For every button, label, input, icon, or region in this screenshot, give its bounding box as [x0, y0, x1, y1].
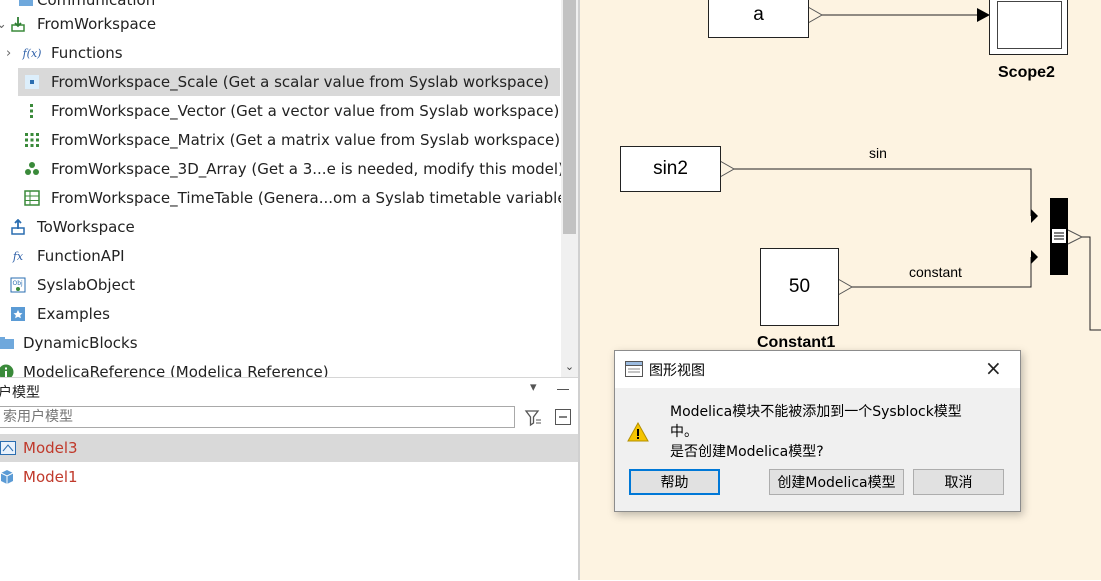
help-button[interactable]: 帮助: [629, 469, 720, 495]
tree-item-functionapi[interactable]: fx FunctionAPI: [0, 242, 560, 270]
app-window-icon: [625, 361, 643, 381]
model-label: Model1: [23, 468, 78, 486]
cancel-button[interactable]: 取消: [913, 469, 1004, 495]
svg-text:Obj: Obj: [13, 280, 24, 287]
model-cube-icon: [0, 469, 14, 489]
array3d-icon: [24, 161, 40, 177]
chevron-down-icon[interactable]: ▾: [530, 380, 537, 395]
tree-item-examples[interactable]: Examples: [0, 300, 560, 328]
dialog-title: 图形视图: [649, 363, 705, 379]
tree-item-label: FromWorkspace: [37, 15, 157, 33]
tree-item-label: Functions: [51, 44, 123, 62]
model-diagram-icon: [0, 440, 16, 460]
modelica-warning-dialog: 图形视图 × Modelica模块不能被添加到一个Sysblock模型 中。 是…: [614, 350, 1021, 512]
warning-icon: [627, 421, 649, 446]
scroll-down-arrow-icon[interactable]: ⌄: [562, 360, 577, 374]
signal-label-constant: constant: [909, 264, 962, 280]
folder-icon: [18, 0, 34, 8]
tree-item-label: ModelicaReference (Modelica Reference): [23, 363, 329, 377]
scalar-icon: [24, 74, 40, 90]
tree-item-label: DynamicBlocks: [23, 334, 138, 352]
tree-item-label: FromWorkspace_Scale (Get a scalar value …: [51, 73, 550, 91]
function-api-icon: fx: [12, 249, 24, 263]
tree-item-label: FromWorkspace_Matrix (Get a matrix value…: [51, 131, 561, 149]
user-model-header: 户模型 ▾: [0, 378, 578, 404]
tree-item-label: ToWorkspace: [37, 218, 135, 236]
dialog-titlebar[interactable]: 图形视图 ×: [615, 351, 1020, 388]
tree-item-dynamicblocks[interactable]: DynamicBlocks: [0, 329, 560, 357]
block-sin2[interactable]: sin2: [620, 146, 721, 192]
matrix-icon: [24, 132, 40, 148]
dialog-message-line: 中。: [670, 424, 698, 440]
vector-icon: [24, 103, 40, 119]
tree-item-syslabobject[interactable]: Obj SyslabObject: [0, 271, 560, 299]
filter-icon[interactable]: [524, 409, 542, 431]
tree-item-label: SyslabObject: [37, 276, 135, 294]
model-label: Model3: [23, 439, 78, 457]
collapse-all-icon[interactable]: [555, 409, 571, 429]
tree-item-label: Communication: [37, 0, 156, 9]
from-workspace-icon: [10, 16, 26, 32]
model-item-model1[interactable]: Model1: [0, 463, 578, 491]
user-model-panel: 户模型 ▾ Model3 Model1: [0, 377, 578, 581]
dialog-message-line: 是否创建Modelica模型?: [670, 444, 824, 460]
scope-screen: [997, 1, 1062, 49]
tree-item-toworkspace[interactable]: ToWorkspace: [0, 213, 560, 241]
tree-item-label: FromWorkspace_TimeTable (Genera...om a S…: [51, 189, 573, 207]
tree-item-label: FunctionAPI: [37, 247, 125, 265]
minimize-icon[interactable]: [557, 389, 569, 390]
syslab-object-icon: Obj: [10, 277, 26, 293]
timetable-icon: [24, 190, 40, 206]
tree-item-label: Examples: [37, 305, 110, 323]
tree-item-fromworkspace-matrix[interactable]: FromWorkspace_Matrix (Get a matrix value…: [0, 126, 560, 154]
examples-icon: [10, 306, 26, 322]
chevron-right-icon[interactable]: ›: [6, 46, 11, 61]
tree-item-fromworkspace-vector[interactable]: FromWorkspace_Vector (Get a vector value…: [0, 97, 560, 125]
to-workspace-icon: [10, 219, 26, 235]
scope-block[interactable]: [989, 0, 1068, 55]
signal-label-sin: sin: [869, 145, 887, 161]
panel-title: 户模型: [0, 385, 40, 401]
model-item-model3[interactable]: Model3: [0, 434, 578, 462]
tree-item-functions[interactable]: › f(x) Functions: [0, 39, 560, 67]
create-modelica-model-button[interactable]: 创建Modelica模型: [769, 469, 904, 495]
folder-icon: [0, 335, 14, 351]
tree-item-label: FromWorkspace_Vector (Get a vector value…: [51, 102, 560, 120]
scope-caption: Scope2: [998, 64, 1055, 81]
dialog-message-line: Modelica模块不能被添加到一个Sysblock模型: [670, 404, 962, 420]
tree-item-fromworkspace-3d-array[interactable]: FromWorkspace_3D_Array (Get a 3...e is n…: [0, 155, 564, 183]
tree-item-modelicareference[interactable]: ModelicaReference (Modelica Reference): [0, 358, 560, 377]
arrow-icon: [1031, 209, 1038, 223]
block-a[interactable]: a: [708, 0, 809, 38]
dialog-message: Modelica模块不能被添加到一个Sysblock模型 中。 是否创建Mode…: [670, 402, 1010, 462]
tree-item-fromworkspace-scale[interactable]: FromWorkspace_Scale (Get a scalar value …: [18, 68, 560, 96]
tree-scrollbar-thumb[interactable]: [563, 0, 576, 234]
constant-block[interactable]: 50: [760, 248, 839, 326]
tree-item-fromworkspace[interactable]: ⌄ FromWorkspace: [0, 10, 560, 38]
search-input[interactable]: [0, 406, 515, 428]
tree-item-fromworkspace-timetable[interactable]: FromWorkspace_TimeTable (Genera...om a S…: [0, 184, 572, 212]
tree-item-label: FromWorkspace_3D_Array (Get a 3...e is n…: [51, 160, 564, 178]
library-tree: Communication ⌄ FromWorkspace › f(x) Fun…: [0, 0, 578, 377]
close-icon[interactable]: ×: [985, 356, 1002, 380]
chevron-down-icon[interactable]: ⌄: [0, 17, 7, 32]
function-icon: f(x): [22, 46, 42, 60]
info-icon: [0, 364, 14, 377]
